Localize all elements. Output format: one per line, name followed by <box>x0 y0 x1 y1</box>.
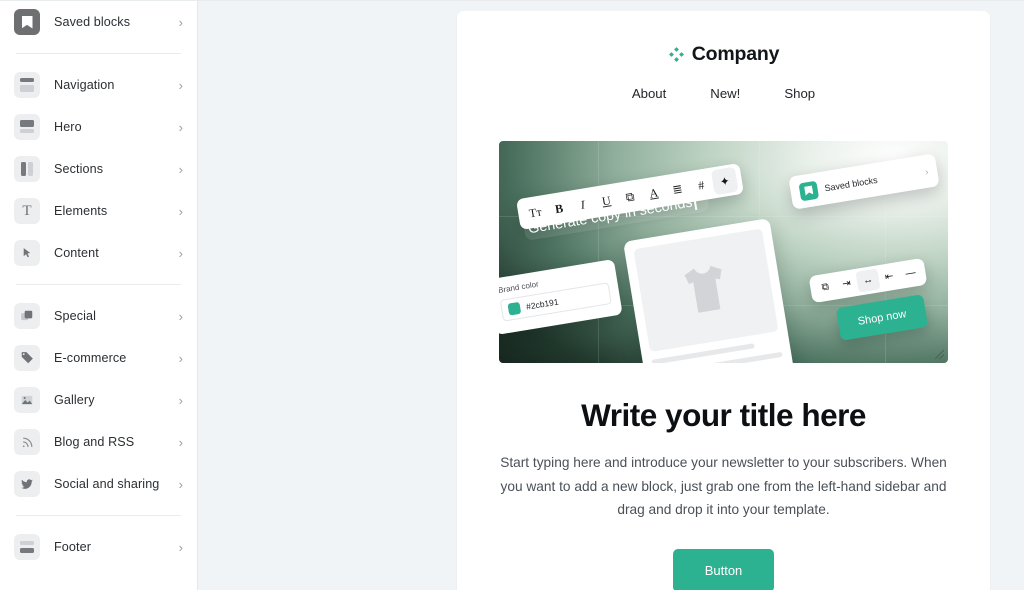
cta-wrapper: Button <box>457 549 990 590</box>
sidebar-item-label: Content <box>54 246 99 260</box>
sidebar-item-saved-blocks[interactable]: Saved blocks › <box>0 1 197 43</box>
sidebar-divider <box>16 284 181 285</box>
align-left-icon: ⇥ <box>841 277 852 290</box>
chevron-right-icon: › <box>178 203 183 219</box>
sidebar-item-label: Special <box>54 309 97 323</box>
bookmark-icon <box>14 9 40 35</box>
nav-link-shop[interactable]: Shop <box>784 86 815 101</box>
chevron-right-icon: › <box>178 434 183 450</box>
price-tag-icon <box>14 345 40 371</box>
nav-link-about[interactable]: About <box>632 86 666 101</box>
sidebar-divider <box>16 53 181 54</box>
hero-image-block[interactable]: Tᴛ B I U ⧉ A ≣ # ✦ Generate copy in seco… <box>499 141 948 363</box>
chevron-right-icon: › <box>178 308 183 324</box>
brand-header: Company <box>457 11 990 68</box>
sidebar-item-label: Footer <box>54 540 91 554</box>
brand-logo-block[interactable]: Company <box>668 43 779 66</box>
link-icon: ⧉ <box>820 280 830 293</box>
sidebar-item-label: E-commerce <box>54 351 127 365</box>
sidebar-item-elements[interactable]: T Elements › <box>0 190 197 232</box>
sidebar-item-gallery[interactable]: Gallery › <box>0 379 197 421</box>
chevron-right-icon: › <box>178 539 183 555</box>
sidebar-item-label: Hero <box>54 120 82 134</box>
sidebar-item-hero[interactable]: Hero › <box>0 106 197 148</box>
diamond-cluster-logo <box>668 46 685 63</box>
resize-handle-icon[interactable] <box>935 350 944 359</box>
sidebar-item-social-and-sharing[interactable]: Social and sharing › <box>0 463 197 505</box>
cursor-content-icon <box>14 240 40 266</box>
sections-block-icon <box>14 156 40 182</box>
email-template-card[interactable]: Company About New! Shop Tᴛ B I U ⧉ A ≣ #… <box>457 11 990 590</box>
sidebar-item-footer[interactable]: Footer › <box>0 526 197 568</box>
chevron-right-icon: › <box>178 476 183 492</box>
ai-sparkle-icon: ✦ <box>710 166 739 196</box>
color-swatch <box>507 301 522 316</box>
sidebar-item-label: Gallery <box>54 393 95 407</box>
stacked-squares-icon <box>14 303 40 329</box>
brand-name: Company <box>691 43 780 65</box>
align-center-icon: ↔ <box>855 268 881 293</box>
page-title[interactable]: Write your title here <box>487 397 960 434</box>
chevron-right-icon: › <box>178 119 183 135</box>
sidebar-item-ecommerce[interactable]: E-commerce › <box>0 337 197 379</box>
saved-blocks-label: Saved blocks <box>823 174 879 193</box>
chevron-right-icon: › <box>178 77 183 93</box>
sidebar-item-sections[interactable]: Sections › <box>0 148 197 190</box>
sidebar-item-label: Sections <box>54 162 104 176</box>
sidebar-item-label: Blog and RSS <box>54 435 135 449</box>
chevron-right-icon: › <box>178 161 183 177</box>
chevron-right-icon: › <box>924 166 929 177</box>
text-element-icon: T <box>14 198 40 224</box>
blocks-sidebar: Saved blocks › Navigation › Hero › Secti… <box>0 0 198 590</box>
sidebar-divider <box>16 515 181 516</box>
sidebar-item-label: Saved blocks <box>54 15 131 29</box>
cta-button[interactable]: Button <box>672 549 775 590</box>
app-root: Saved blocks › Navigation › Hero › Secti… <box>0 0 1024 590</box>
chevron-right-icon: › <box>178 392 183 408</box>
align-justify-icon: — <box>904 266 917 280</box>
sidebar-item-navigation[interactable]: Navigation › <box>0 64 197 106</box>
chevron-right-icon: › <box>178 350 183 366</box>
footer-block-icon <box>14 534 40 560</box>
chevron-right-icon: › <box>178 14 183 30</box>
sidebar-item-content[interactable]: Content › <box>0 232 197 274</box>
sidebar-item-label: Elements <box>54 204 108 218</box>
body-paragraph[interactable]: Start typing here and introduce your new… <box>499 451 948 522</box>
hero-block-icon <box>14 114 40 140</box>
brand-color-value: #2cb191 <box>525 296 560 312</box>
sidebar-item-label: Navigation <box>54 78 115 92</box>
sidebar-item-blog-and-rss[interactable]: Blog and RSS › <box>0 421 197 463</box>
email-nav: About New! Shop <box>457 86 990 101</box>
nav-link-new[interactable]: New! <box>710 86 740 101</box>
tshirt-placeholder-icon <box>633 228 779 353</box>
bookmark-icon <box>798 180 820 201</box>
hero-product-card <box>623 218 795 363</box>
chevron-right-icon: › <box>178 245 183 261</box>
sidebar-item-special[interactable]: Special › <box>0 295 197 337</box>
sidebar-item-label: Social and sharing <box>54 477 160 491</box>
twitter-bird-icon <box>14 471 40 497</box>
editor-canvas[interactable]: Company About New! Shop Tᴛ B I U ⧉ A ≣ #… <box>198 0 1024 590</box>
image-gallery-icon <box>14 387 40 413</box>
navigation-block-icon <box>14 72 40 98</box>
rss-feed-icon <box>14 429 40 455</box>
align-right-icon: ⇤ <box>884 270 895 283</box>
